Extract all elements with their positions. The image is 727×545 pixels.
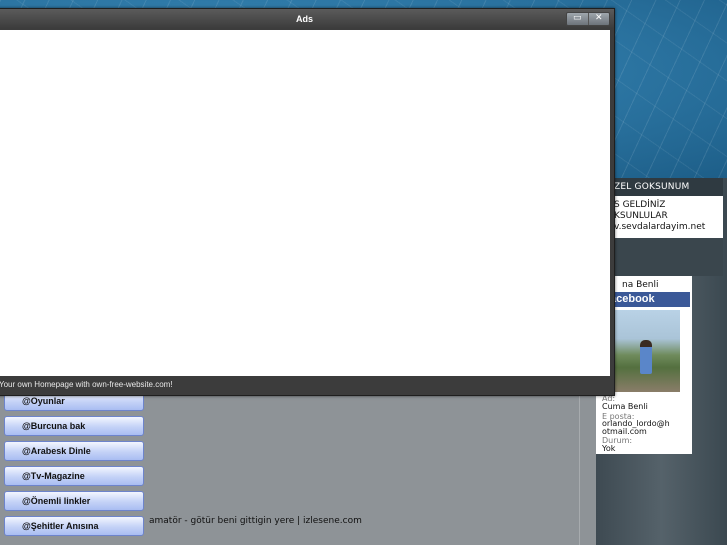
nav-item-burcuna-bak[interactable]: @Burcuna bak bbox=[4, 416, 144, 436]
profile-photo[interactable] bbox=[612, 310, 680, 392]
widget-link[interactable]: v.sevdalardayim.net bbox=[614, 222, 723, 233]
sidebar-widget-header: ZEL GOKSUNUM bbox=[596, 178, 723, 196]
nav-item-tv-magazine[interactable]: @Tv-Magazine bbox=[4, 466, 144, 486]
widget-line: KSUNLULAR bbox=[614, 211, 668, 221]
nav-item-sehitler-anisina[interactable]: @Şehitler Anısına bbox=[4, 516, 144, 536]
close-icon[interactable]: ✕ bbox=[587, 13, 610, 25]
field-value: Yok bbox=[602, 444, 616, 453]
widget-line: S GELDİNİZ bbox=[614, 200, 666, 210]
nav-item-arabesk-dinle[interactable]: @Arabesk Dinle bbox=[4, 441, 144, 461]
ads-content-area[interactable] bbox=[0, 30, 610, 376]
field-value: otmail.com bbox=[602, 427, 647, 436]
video-link-text[interactable]: amatör - götür beni gittigin yere | izle… bbox=[149, 516, 362, 526]
ads-popup-window[interactable]: Ads ▭ ✕ Your own Homepage with own-free-… bbox=[0, 8, 615, 396]
window-controls: ▭ ✕ bbox=[566, 12, 610, 26]
restore-icon[interactable]: ▭ bbox=[567, 13, 588, 25]
ads-footer-link[interactable]: Your own Homepage with own-free-website.… bbox=[0, 380, 173, 389]
person-figure bbox=[640, 340, 652, 374]
profile-name[interactable]: na Benli bbox=[622, 280, 659, 290]
sidebar-spacer bbox=[596, 238, 723, 276]
ads-title: Ads bbox=[295, 14, 313, 24]
field-value: Cuma Benli bbox=[602, 402, 648, 411]
sidebar-widget-body: S GELDİNİZ KSUNLULAR v.sevdalardayim.net bbox=[596, 196, 723, 238]
ads-title-bar[interactable]: Ads bbox=[0, 9, 614, 29]
nav-item-onemli-linkler[interactable]: @Önemli linkler bbox=[4, 491, 144, 511]
